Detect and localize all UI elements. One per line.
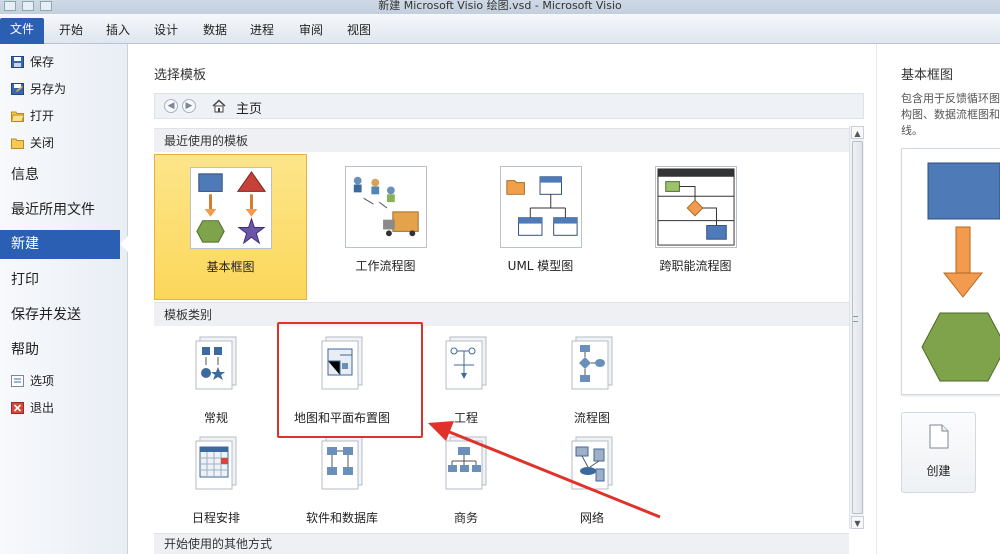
preview-thumbnail [901,148,1000,395]
menu-exit[interactable]: 退出 [11,399,54,416]
tab-process[interactable]: 进程 [250,21,274,38]
template-label: 工作流程图 [355,259,416,273]
options-icon [11,374,24,387]
preview-diagram [921,162,1000,382]
menu-save-label: 保存 [30,55,55,69]
tab-view[interactable]: 视图 [347,21,371,38]
menu-print[interactable]: 打印 [11,269,39,289]
menu-close[interactable]: 关闭 [11,134,54,151]
menu-save-send[interactable]: 保存并发送 [11,304,81,324]
template-navbar: ◀ ▶ 主页 [154,93,864,119]
category-label: 日程安排 [191,511,240,525]
cross-functional-thumbnail [654,166,737,248]
category-label: 常规 [203,411,228,425]
template-categories-header: 模板类别 [154,302,849,326]
schedule-category-icon [195,436,237,490]
menu-save-as-label: 另存为 [30,82,67,96]
category-schedule[interactable]: 日程安排 [156,435,276,535]
tab-file[interactable]: 文件 [0,18,44,44]
preview-title: 基本框图 [901,68,954,83]
menu-options-label: 选项 [30,374,55,388]
close-folder-icon [11,138,24,149]
annotation-highlight-box [277,322,423,438]
menu-options[interactable]: 选项 [11,372,54,389]
flowchart-category-icon [571,336,613,390]
tab-home[interactable]: 开始 [59,21,83,38]
section-title: 选择模板 [154,68,207,83]
create-button[interactable]: 创建 [901,412,976,493]
basic-diagram-thumbnail [189,167,272,249]
annotation-arrow [428,421,661,519]
menu-new[interactable]: 新建 [0,230,130,259]
category-general[interactable]: 常规 [156,335,276,435]
scroll-thumb[interactable] [852,141,863,514]
save-icon [11,55,24,68]
workflow-thumbnail [344,166,427,248]
gallery-scrollbar[interactable]: ▲ ▼ [849,126,864,529]
scroll-grip-icon [853,316,858,322]
menu-save[interactable]: 保存 [11,53,54,70]
uml-thumbnail [499,166,582,248]
home-icon[interactable] [212,99,226,113]
category-software-database[interactable]: 软件和数据库 [282,435,402,535]
tab-data[interactable]: 数据 [203,21,227,38]
general-category-icon [195,336,237,390]
forward-icon[interactable]: ▶ [182,99,196,113]
menu-close-label: 关闭 [30,136,55,150]
template-cross-functional[interactable]: 跨职能流程图 [619,154,772,300]
template-label: 跨职能流程图 [659,259,732,273]
menu-open-label: 打开 [30,109,55,123]
menu-exit-label: 退出 [30,401,55,415]
other-ways-header: 开始使用的其他方式 [154,533,849,554]
new-document-icon [929,424,949,449]
recent-templates-header: 最近使用的模板 [154,128,849,152]
engineering-category-icon [445,336,487,390]
tab-design[interactable]: 设计 [154,21,178,38]
tab-review[interactable]: 审阅 [299,21,323,38]
template-label: UML 模型图 [507,259,574,273]
create-button-label: 创建 [926,464,951,478]
menu-info[interactable]: 信息 [11,164,39,184]
window-title: 新建 Microsoft Visio 绘图.vsd - Microsoft Vi… [378,0,622,12]
backstage-menu: 保存 另存为 打开 关闭 信息 最近所用文件 新建 打印 保存并发送 帮助 选项… [0,44,130,554]
menu-recent[interactable]: 最近所用文件 [11,199,95,219]
title-bar: 新建 Microsoft Visio 绘图.vsd - Microsoft Vi… [0,0,1000,14]
save-as-icon [11,82,24,95]
exit-icon [11,401,24,414]
ribbon-tabs: 文件 开始 插入 设计 数据 进程 审阅 视图 [0,14,1000,44]
menu-save-as[interactable]: 另存为 [11,80,66,97]
category-label: 软件和数据库 [305,511,378,525]
breadcrumb-home[interactable]: 主页 [236,98,262,117]
open-folder-icon [11,111,24,122]
preview-description: 包含用于反馈循环图构图、数据流框图和线。 [901,92,1000,137]
preview-panel: 基本框图 包含用于反馈循环图构图、数据流框图和线。 创建 [876,44,1000,554]
software-database-category-icon [321,436,363,490]
tab-insert[interactable]: 插入 [106,21,130,38]
scroll-up-button[interactable]: ▲ [851,126,864,139]
template-basic-diagram[interactable]: 基本框图 [154,154,307,300]
menu-open[interactable]: 打开 [11,107,54,124]
template-workflow[interactable]: 工作流程图 [309,154,462,300]
back-icon[interactable]: ◀ [164,99,178,113]
template-uml[interactable]: UML 模型图 [464,154,617,300]
scroll-down-button[interactable]: ▼ [851,516,864,529]
template-label: 基本框图 [206,260,255,274]
menu-help[interactable]: 帮助 [11,339,39,359]
